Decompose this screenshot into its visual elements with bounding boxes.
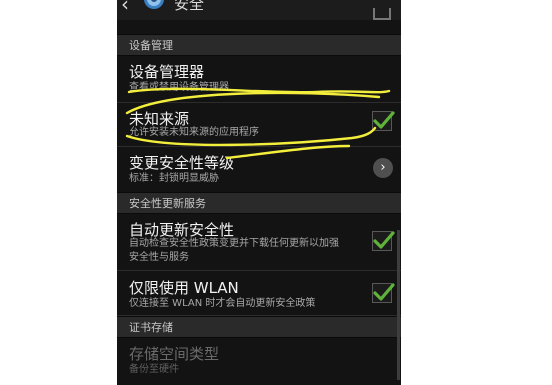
item-subtitle: 查看或禁用设备管理器 (129, 82, 229, 93)
item-subtitle: 自动检查安全性政策变更并下载任何更新以加强 (129, 238, 339, 249)
section-label: 证书存储 (129, 321, 173, 334)
section-credential-storage: 证书存储 (117, 316, 401, 338)
scrollbar[interactable] (397, 230, 400, 380)
device-admin-item[interactable]: 设备管理器 查看或禁用设备管理器 (117, 55, 401, 103)
partial-checkbox (373, 8, 391, 20)
section-label: 安全性更新服务 (129, 197, 206, 210)
storage-type-item: 存储空间类型 备份至硬件 (117, 338, 401, 385)
action-bar: ‹ 安全 (117, 0, 401, 20)
item-title: 存储空间类型 (129, 345, 220, 363)
back-icon[interactable]: ‹ (121, 0, 129, 14)
item-subtitle: 备份至硬件 (129, 364, 179, 375)
security-level-item[interactable]: 变更安全性等级 标准：封锁明显威胁 › (117, 147, 401, 193)
auto-update-item[interactable]: 自动更新安全性 自动检查安全性政策变更并下载任何更新以加强 安全性与服务 (117, 214, 401, 271)
item-title: 仅限使用 WLAN (129, 279, 239, 297)
auto-update-checkbox[interactable] (372, 231, 395, 251)
item-subtitle: 允许安装未知来源的应用程序 (129, 127, 259, 138)
chevron-right-icon[interactable]: › (373, 158, 393, 178)
phone-screen: ‹ 安全 设备管理 设备管理器 查看或禁用设备管理器 未知来源 允许安装未知来源… (117, 0, 401, 385)
page-title: 安全 (174, 0, 205, 13)
section-security-update: 安全性更新服务 (117, 192, 401, 214)
item-subtitle: 仅连接至 WLAN 时才会自动更新安全政策 (129, 298, 316, 309)
check-icon (373, 231, 395, 249)
item-subtitle-line2: 安全性与服务 (129, 252, 189, 263)
wlan-only-item[interactable]: 仅限使用 WLAN 仅连接至 WLAN 时才会自动更新安全政策 (117, 271, 401, 316)
item-title: 设备管理器 (129, 63, 205, 81)
section-label: 设备管理 (129, 39, 173, 52)
item-title: 变更安全性等级 (129, 154, 235, 172)
check-icon (373, 283, 395, 301)
gear-icon (144, 0, 164, 9)
check-icon (373, 111, 395, 129)
unknown-sources-item[interactable]: 未知来源 允许安装未知来源的应用程序 (117, 103, 401, 147)
unknown-sources-checkbox[interactable] (372, 111, 395, 131)
wlan-only-checkbox[interactable] (372, 283, 395, 303)
section-device-admin: 设备管理 (117, 34, 401, 56)
item-subtitle: 标准：封锁明显威胁 (129, 173, 219, 184)
